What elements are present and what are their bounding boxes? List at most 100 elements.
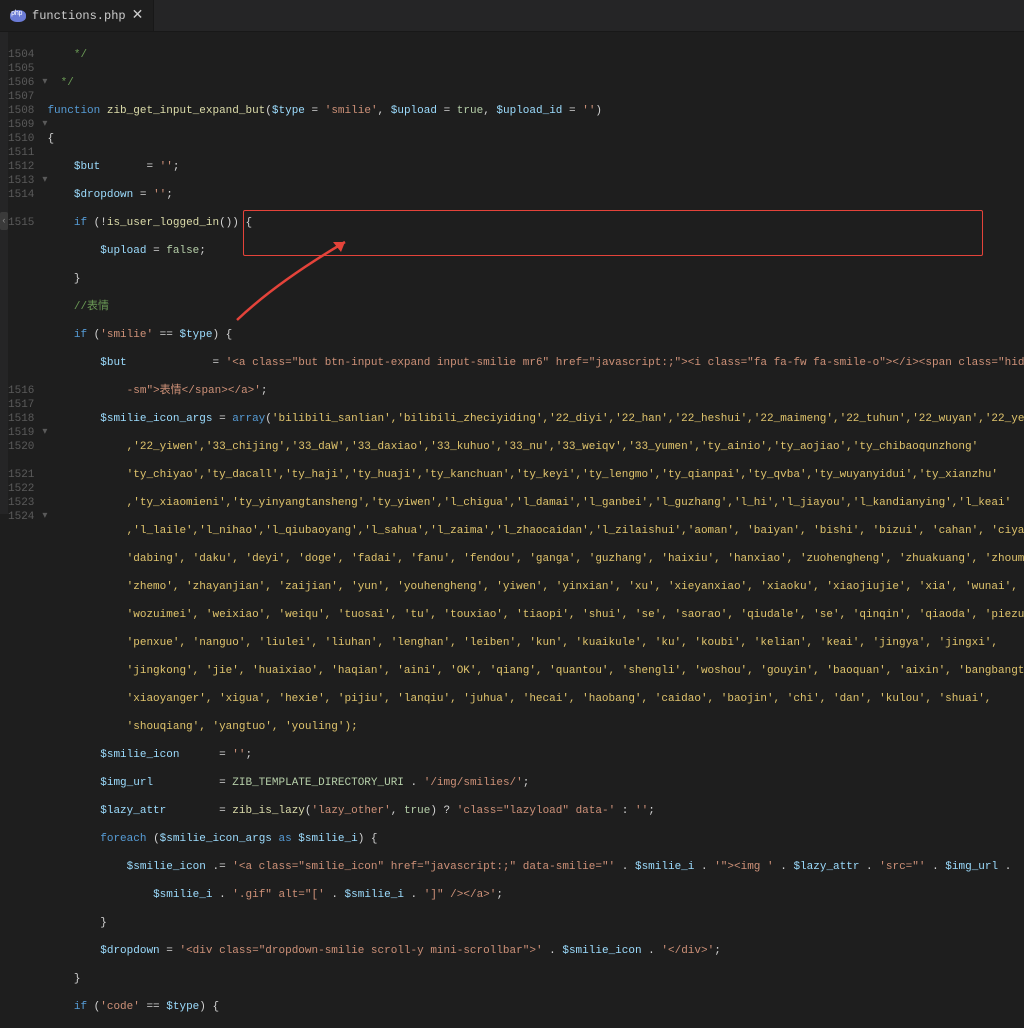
- t: $smilie_icon: [127, 861, 206, 873]
- t: $upload_id: [496, 105, 562, 117]
- t: 'ty_chiyao','ty_dacall','ty_haji','ty_hu…: [47, 469, 998, 481]
- line-number: 1524: [8, 510, 34, 524]
- t: zib_get_input_expand_but: [107, 105, 265, 117]
- t: -sm">表情</span></a>': [47, 385, 260, 397]
- t: 'xiaoyanger', 'xigua', 'hexie', 'pijiu',…: [47, 693, 991, 705]
- t: '': [153, 189, 166, 201]
- t: ;: [199, 245, 206, 257]
- t: [47, 777, 100, 789]
- t: ;: [166, 189, 173, 201]
- t: $img_url: [100, 777, 153, 789]
- line-number: 1519: [8, 426, 34, 440]
- line-number: 1513: [8, 174, 34, 188]
- t: ;: [173, 161, 180, 173]
- t: '<div class="dropdown-smilie scroll-y mi…: [179, 945, 542, 957]
- t: ,'l_laile','l_nihao','l_qiubaoyang','l_s…: [47, 525, 1024, 537]
- t: $type: [272, 105, 305, 117]
- t: 'smilie': [100, 329, 153, 341]
- line-number: 1509: [8, 118, 34, 132]
- t: 'lazy_other': [312, 805, 391, 817]
- t: .: [404, 777, 424, 789]
- t: :: [615, 805, 635, 817]
- line-number: 1514: [8, 188, 34, 202]
- t: ;: [648, 805, 655, 817]
- t: (: [265, 413, 272, 425]
- t: true: [457, 105, 483, 117]
- t: $smilie_i: [635, 861, 694, 873]
- t: $smilie_icon: [100, 749, 179, 761]
- t: (: [87, 329, 100, 341]
- t: //表情: [47, 301, 109, 313]
- t: $smilie_icon_args: [100, 413, 212, 425]
- close-icon[interactable]: ✕: [132, 9, 144, 23]
- t: 'shouqiang', 'yangtuo', 'youling');: [47, 721, 357, 733]
- t: ;: [245, 749, 252, 761]
- t: $upload: [100, 245, 146, 257]
- left-handle-strip: ‹: [0, 32, 8, 514]
- t: $smilie_icon_args: [160, 833, 272, 845]
- t: [47, 945, 100, 957]
- code-content[interactable]: */ */ function zib_get_input_expand_but(…: [47, 32, 1024, 514]
- t: $upload: [391, 105, 437, 117]
- annotation-arrow-icon: [177, 218, 317, 308]
- line-number: 1521: [8, 468, 34, 482]
- t: [47, 189, 73, 201]
- t: [47, 357, 100, 369]
- line-number: 1520: [8, 440, 34, 454]
- t: (!: [87, 217, 107, 229]
- t: ;: [261, 385, 268, 397]
- t: ;: [496, 889, 503, 901]
- t: 'smilie': [325, 105, 378, 117]
- t: '<a class="but btn-input-expand input-sm…: [226, 357, 1024, 369]
- t: 'jingkong', 'jie', 'huaixiao', 'haqian',…: [47, 665, 1024, 677]
- t: '<a class="smilie_icon" href="javascript…: [232, 861, 615, 873]
- ln-blank: [8, 314, 34, 328]
- t: $lazy_attr: [793, 861, 859, 873]
- t: ZIB_TEMPLATE_DIRECTORY_URI: [232, 777, 404, 789]
- line-number: 1511: [8, 146, 34, 160]
- line-number: 1510: [8, 132, 34, 146]
- t: ;: [714, 945, 721, 957]
- t: (: [305, 805, 312, 817]
- line-number: 1507: [8, 90, 34, 104]
- t: ) {: [212, 329, 232, 341]
- t: true: [404, 805, 430, 817]
- t: [47, 1001, 73, 1013]
- t: 'dabing', 'daku', 'deyi', 'doge', 'fadai…: [47, 553, 1024, 565]
- t: }: [47, 973, 80, 985]
- panel-handle-icon[interactable]: ‹: [0, 212, 8, 230]
- t: ']" /></a>': [424, 889, 497, 901]
- t: .: [615, 861, 635, 873]
- t: as: [272, 833, 298, 845]
- t: ,'22_yiwen','33_chijing','33_daW','33_da…: [47, 441, 978, 453]
- tab-functions-php[interactable]: functions.php ✕: [0, 0, 154, 31]
- line-number: 1508: [8, 104, 34, 118]
- t: ) ?: [430, 805, 456, 817]
- line-number: 1516: [8, 384, 34, 398]
- t: [47, 161, 73, 173]
- t: [47, 329, 73, 341]
- ln-blank: [8, 286, 34, 300]
- line-number: 1518: [8, 412, 34, 426]
- t: .: [925, 861, 945, 873]
- t: }: [47, 917, 106, 929]
- t: =: [133, 189, 153, 201]
- t: ,: [483, 105, 496, 117]
- t: 'wozuimei', 'weixiao', 'weiqu', 'tuosai'…: [47, 609, 1024, 621]
- t: $lazy_attr: [100, 805, 166, 817]
- t: =: [153, 777, 232, 789]
- t: $type: [179, 329, 212, 341]
- ln-blank: [8, 258, 34, 272]
- t: array: [232, 413, 265, 425]
- t: .: [325, 889, 345, 901]
- t: =: [100, 161, 159, 173]
- t: ) {: [199, 1001, 219, 1013]
- t: =: [437, 105, 457, 117]
- t: {: [47, 133, 54, 145]
- ln-blank: [8, 342, 34, 356]
- ln-blank: [8, 370, 34, 384]
- t: =: [305, 105, 325, 117]
- line-number: 1515: [8, 216, 34, 230]
- t: .: [998, 861, 1011, 873]
- t: =: [179, 749, 232, 761]
